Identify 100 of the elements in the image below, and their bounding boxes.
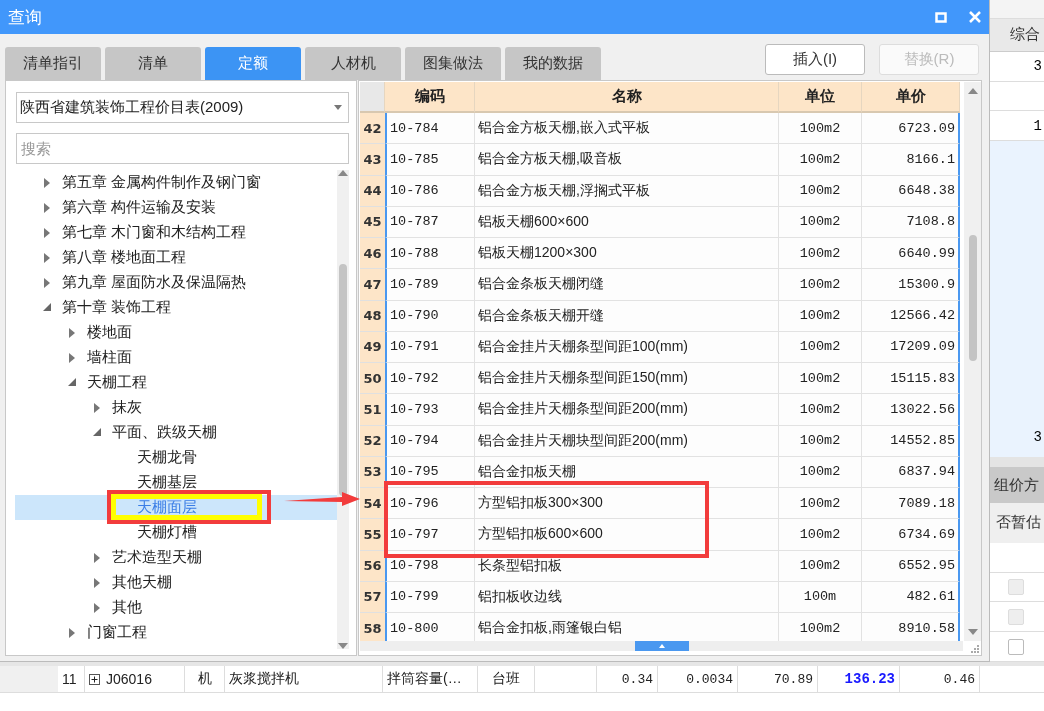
- close-icon[interactable]: [969, 11, 981, 23]
- name-cell: 铝合金条板天棚闭缝: [475, 269, 779, 301]
- search-field[interactable]: 搜索: [16, 133, 349, 164]
- table-cell: 0.0034: [658, 666, 738, 692]
- name-cell: 铝合金挂片天棚条型间距200(mm): [475, 394, 779, 426]
- maximize-icon[interactable]: [935, 11, 947, 23]
- scroll-up-icon[interactable]: [967, 88, 978, 94]
- column-header[interactable]: 名称: [475, 82, 779, 113]
- tab[interactable]: 人材机: [305, 47, 401, 80]
- code-cell: 10-796: [385, 488, 475, 520]
- name-cell: 铝板天棚600×600: [475, 206, 779, 238]
- scrollbar[interactable]: [337, 170, 349, 649]
- scroll-thumb[interactable]: [968, 235, 977, 361]
- row-number: 55: [360, 519, 385, 551]
- scroll-down-icon[interactable]: [967, 629, 978, 635]
- tree-item[interactable]: 抹灰: [112, 400, 142, 415]
- code-cell: 10-786: [385, 175, 475, 207]
- tree-item[interactable]: 天棚工程: [87, 375, 147, 390]
- tree-item[interactable]: 第十章 装饰工程: [62, 300, 172, 315]
- collapse-arrow-icon[interactable]: [93, 427, 101, 436]
- collapse-arrow-icon[interactable]: [68, 377, 76, 386]
- scroll-down-icon[interactable]: [338, 643, 348, 649]
- scroll-thumb[interactable]: [339, 264, 347, 496]
- tree-item[interactable]: 平面、跌级天棚: [112, 425, 217, 440]
- tree-item[interactable]: 第八章 楼地面工程: [62, 250, 187, 265]
- column-header: 综合: [990, 18, 1044, 52]
- expand-arrow-icon[interactable]: [94, 602, 100, 613]
- unit-cell: 100m2: [779, 144, 862, 176]
- checkbox[interactable]: [1008, 638, 1024, 655]
- price-cell: 12566.42: [862, 300, 960, 332]
- code-cell: 10-791: [385, 331, 475, 363]
- unit-cell: 100m2: [779, 456, 862, 488]
- unit-cell: 100m2: [779, 175, 862, 207]
- expand-arrow-icon[interactable]: [69, 627, 75, 638]
- tab[interactable]: 我的数据: [505, 47, 601, 80]
- code-cell: 10-797: [385, 519, 475, 551]
- tree-item[interactable]: 其他天棚: [112, 575, 172, 590]
- expand-arrow-icon[interactable]: [94, 402, 100, 413]
- tree-item[interactable]: 墙柱面: [87, 350, 132, 365]
- tree-item[interactable]: 门窗工程: [87, 625, 147, 640]
- scroll-up-icon[interactable]: [338, 170, 348, 176]
- price-cell: 6723.09: [862, 113, 960, 145]
- tab[interactable]: 清单: [105, 47, 201, 80]
- price-cell: 6837.94: [862, 456, 960, 488]
- dropdown-caret-icon: [334, 105, 342, 110]
- tree-item[interactable]: 天棚基层: [137, 475, 197, 490]
- table-cell: 机: [185, 666, 225, 692]
- expand-arrow-icon[interactable]: [69, 327, 75, 338]
- price-cell: 15300.9: [862, 269, 960, 301]
- scrollbar[interactable]: [964, 82, 981, 641]
- row-number: 45: [360, 206, 385, 238]
- column-header[interactable]: 单价: [862, 82, 960, 113]
- column-header[interactable]: 单位: [779, 82, 862, 113]
- tree-item[interactable]: 其他: [112, 600, 142, 615]
- row-number: 56: [360, 550, 385, 582]
- scrollbar[interactable]: [360, 641, 963, 651]
- name-cell: 铝合金挂片天棚块型间距200(mm): [475, 425, 779, 457]
- resize-grip-icon[interactable]: [970, 644, 979, 653]
- expand-arrow-icon[interactable]: [94, 552, 100, 563]
- tree-item[interactable]: 第五章 金属构件制作及钢门窗: [62, 175, 262, 190]
- expand-arrow-icon[interactable]: [69, 352, 75, 363]
- tree-item[interactable]: 第九章 屋面防水及保温隔热: [62, 275, 247, 290]
- collapse-arrow-icon[interactable]: [43, 302, 51, 311]
- name-cell: 铝合金挂片天棚条型间距150(mm): [475, 363, 779, 395]
- tab[interactable]: 清单指引: [5, 47, 101, 80]
- name-cell: 铝合金挂片天棚条型间距100(mm): [475, 331, 779, 363]
- name-cell: 铝合金方板天棚,吸音板: [475, 144, 779, 176]
- expand-arrow-icon[interactable]: [44, 227, 50, 238]
- price-cell: 15115.83: [862, 363, 960, 395]
- row-number: 58: [360, 613, 385, 641]
- tree-item[interactable]: 楼地面: [87, 325, 132, 340]
- row-number: 11: [58, 666, 85, 692]
- expand-arrow-icon[interactable]: [44, 202, 50, 213]
- row-number: 49: [360, 331, 385, 363]
- code-cell: 10-799: [385, 581, 475, 613]
- tab[interactable]: 图集做法: [405, 47, 501, 80]
- name-cell: 方型铝扣板600×600: [475, 519, 779, 551]
- column-header[interactable]: 编码: [385, 82, 475, 113]
- table-cell: J06016: [106, 671, 152, 687]
- unit-cell: 100m2: [779, 269, 862, 301]
- name-cell: 铝扣板收边线: [475, 581, 779, 613]
- tree-item[interactable]: 艺术造型天棚: [112, 550, 202, 565]
- tree-item[interactable]: 第七章 木门窗和木结构工程: [62, 225, 247, 240]
- expand-arrow-icon[interactable]: [44, 177, 50, 188]
- expand-arrow-icon[interactable]: [44, 252, 50, 263]
- price-cell: 8166.1: [862, 144, 960, 176]
- expand-arrow-icon[interactable]: [94, 577, 100, 588]
- insert-button[interactable]: 插入(I): [765, 44, 865, 75]
- row-number: 43: [360, 144, 385, 176]
- tree-item[interactable]: 天棚龙骨: [137, 450, 197, 465]
- expand-arrow-icon[interactable]: [44, 277, 50, 288]
- tree-item[interactable]: 天棚灯槽: [137, 525, 197, 540]
- table-cell: 0.34: [597, 666, 658, 692]
- expand-icon[interactable]: [89, 673, 100, 685]
- row-number: 42: [360, 113, 385, 145]
- library-dropdown[interactable]: 陕西省建筑装饰工程价目表(2009): [16, 92, 349, 123]
- table-cell: 灰浆搅拌机: [225, 666, 383, 692]
- table-cell: 70.89: [738, 666, 818, 692]
- tree-item[interactable]: 第六章 构件运输及安装: [62, 200, 217, 215]
- row-number: 52: [360, 425, 385, 457]
